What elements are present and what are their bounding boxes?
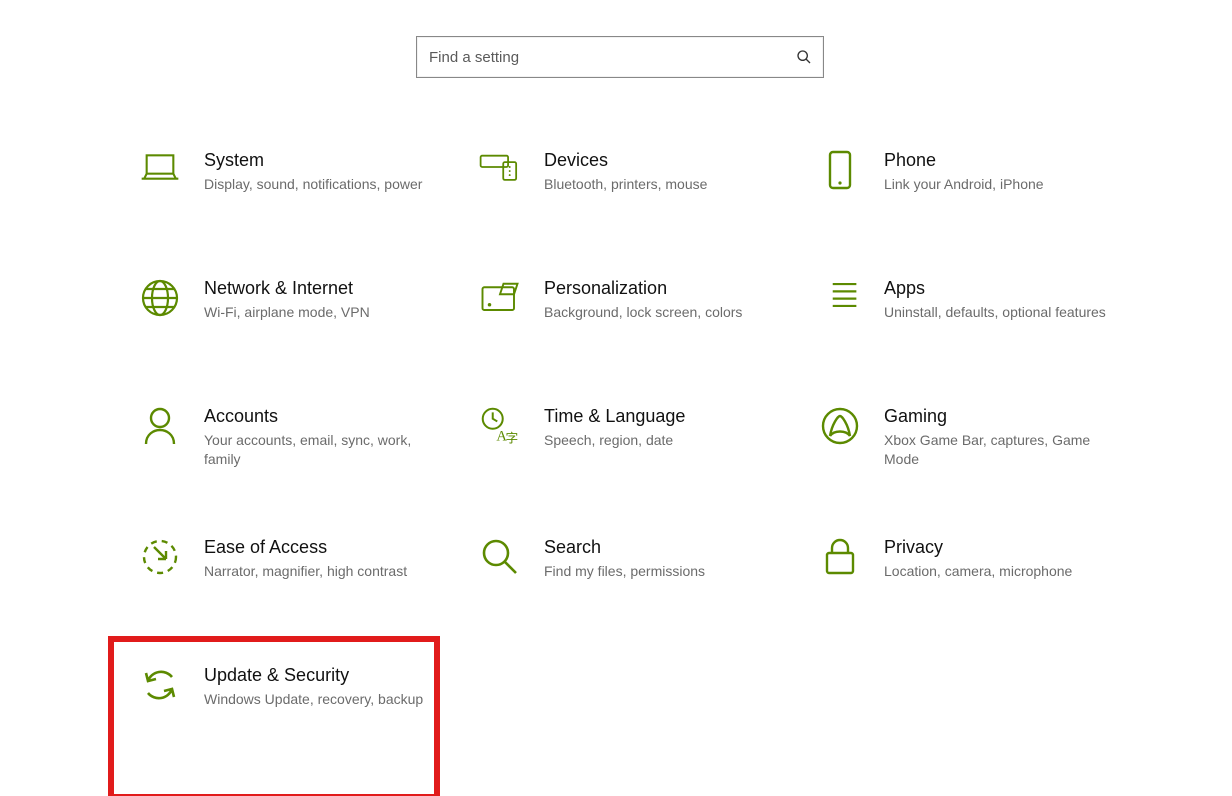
update-icon <box>136 665 184 705</box>
globe-icon <box>136 278 184 318</box>
tile-desc: Wi-Fi, airplane mode, VPN <box>204 303 370 322</box>
tile-desc: Xbox Game Bar, captures, Game Mode <box>884 431 1114 469</box>
tile-system[interactable]: System Display, sound, notifications, po… <box>108 130 448 228</box>
settings-home: System Display, sound, notifications, po… <box>0 0 1232 796</box>
person-icon <box>136 406 184 446</box>
tile-apps[interactable]: Apps Uninstall, defaults, optional featu… <box>788 258 1128 356</box>
svg-text:字: 字 <box>505 431 518 445</box>
ease-of-access-icon <box>136 537 184 577</box>
tile-personalization[interactable]: Personalization Background, lock screen,… <box>448 258 788 356</box>
tile-title: Search <box>544 535 705 559</box>
tile-desc: Location, camera, microphone <box>884 562 1072 581</box>
tile-title: Personalization <box>544 276 742 300</box>
settings-search[interactable] <box>416 36 824 78</box>
tile-privacy[interactable]: Privacy Location, camera, microphone <box>788 517 1128 615</box>
tile-title: Update & Security <box>204 663 423 687</box>
tile-devices[interactable]: Devices Bluetooth, printers, mouse <box>448 130 788 228</box>
tile-title: System <box>204 148 422 172</box>
tile-accounts[interactable]: Accounts Your accounts, email, sync, wor… <box>108 386 448 487</box>
tile-desc: Find my files, permissions <box>544 562 705 581</box>
time-language-icon: A 字 <box>476 406 524 446</box>
tile-update-security[interactable]: Update & Security Windows Update, recove… <box>108 645 448 743</box>
tile-title: Gaming <box>884 404 1114 428</box>
lock-icon <box>816 537 864 577</box>
tile-desc: Your accounts, email, sync, work, family <box>204 431 434 469</box>
tile-desc: Display, sound, notifications, power <box>204 175 422 194</box>
tile-title: Accounts <box>204 404 434 428</box>
tile-title: Apps <box>884 276 1106 300</box>
tile-desc: Narrator, magnifier, high contrast <box>204 562 407 581</box>
tile-title: Privacy <box>884 535 1072 559</box>
personalization-icon <box>476 278 524 314</box>
tile-desc: Speech, region, date <box>544 431 685 450</box>
apps-icon <box>816 278 864 312</box>
tile-phone[interactable]: Phone Link your Android, iPhone <box>788 130 1128 228</box>
tile-title: Phone <box>884 148 1044 172</box>
tile-desc: Windows Update, recovery, backup <box>204 690 423 709</box>
tile-title: Devices <box>544 148 707 172</box>
search-input[interactable] <box>417 37 785 77</box>
tile-title: Network & Internet <box>204 276 370 300</box>
search-icon <box>785 49 823 65</box>
settings-grid: System Display, sound, notifications, po… <box>108 130 1128 743</box>
tile-title: Ease of Access <box>204 535 407 559</box>
tile-time-language[interactable]: A 字 Time & Language Speech, region, date <box>448 386 788 487</box>
tile-desc: Link your Android, iPhone <box>884 175 1044 194</box>
tile-ease-of-access[interactable]: Ease of Access Narrator, magnifier, high… <box>108 517 448 615</box>
tile-desc: Background, lock screen, colors <box>544 303 742 322</box>
tile-search[interactable]: Search Find my files, permissions <box>448 517 788 615</box>
devices-icon <box>476 150 524 184</box>
search-category-icon <box>476 537 524 577</box>
tile-desc: Uninstall, defaults, optional features <box>884 303 1106 322</box>
phone-icon <box>816 150 864 190</box>
laptop-icon <box>136 150 184 184</box>
tile-title: Time & Language <box>544 404 685 428</box>
tile-network[interactable]: Network & Internet Wi-Fi, airplane mode,… <box>108 258 448 356</box>
tile-desc: Bluetooth, printers, mouse <box>544 175 707 194</box>
gaming-icon <box>816 406 864 446</box>
tile-gaming[interactable]: Gaming Xbox Game Bar, captures, Game Mod… <box>788 386 1128 487</box>
